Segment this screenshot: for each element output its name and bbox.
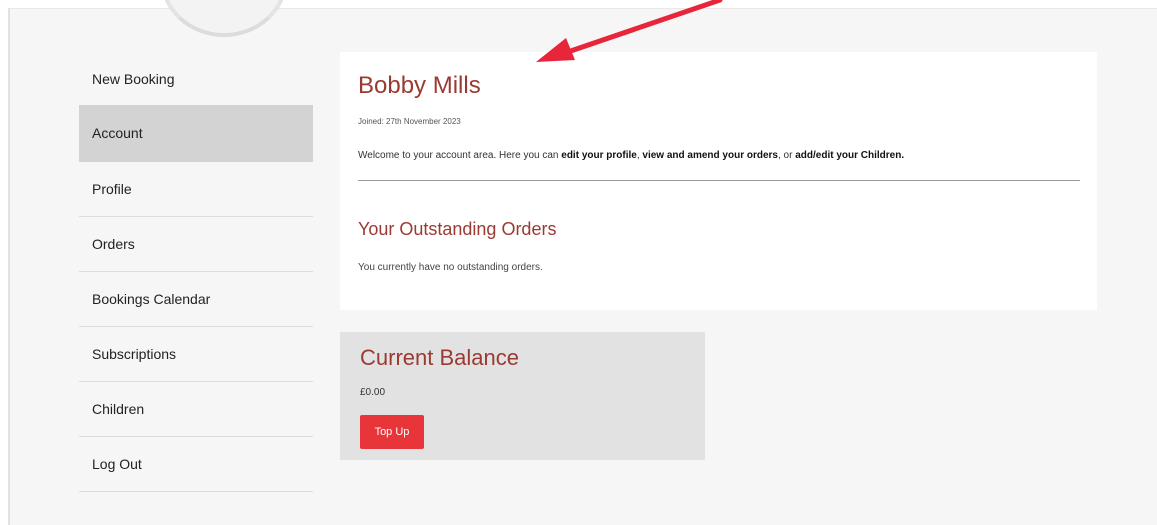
view-orders-link[interactable]: view and amend your orders [642, 150, 778, 161]
sidebar-item-subscriptions[interactable]: Subscriptions [79, 327, 313, 382]
edit-children-link[interactable]: add/edit your Children. [795, 150, 904, 161]
sidebar-item-children[interactable]: Children [79, 382, 313, 437]
balance-amount: £0.00 [360, 387, 386, 398]
logo [160, 0, 288, 37]
sidebar-item-bookings-calendar[interactable]: Bookings Calendar [79, 272, 313, 327]
welcome-prefix: Welcome to your account area. Here you c… [358, 150, 562, 161]
welcome-text: Welcome to your account area. Here you c… [358, 150, 904, 161]
account-card: Bobby Mills Joined: 27th November 2023 W… [340, 52, 1097, 310]
account-sidebar: New Booking Account Profile Orders Booki… [79, 52, 313, 492]
account-name: Bobby Mills [358, 72, 481, 99]
welcome-separator-or: , or [778, 150, 796, 161]
sidebar-item-account[interactable]: Account [79, 105, 313, 162]
balance-card: Current Balance £0.00 Top Up [340, 332, 705, 460]
joined-date: Joined: 27th November 2023 [358, 117, 461, 126]
sidebar-item-profile[interactable]: Profile [79, 162, 313, 217]
edit-profile-link[interactable]: edit your profile [561, 150, 637, 161]
outstanding-orders-heading: Your Outstanding Orders [358, 219, 557, 239]
divider [358, 180, 1080, 181]
sidebar-item-new-booking[interactable]: New Booking [79, 52, 313, 105]
sidebar-item-log-out[interactable]: Log Out [79, 437, 313, 492]
outstanding-orders-text: You currently have no outstanding orders… [358, 262, 543, 273]
sidebar-item-orders[interactable]: Orders [79, 217, 313, 272]
top-up-button[interactable]: Top Up [360, 415, 424, 449]
balance-title: Current Balance [360, 345, 519, 370]
